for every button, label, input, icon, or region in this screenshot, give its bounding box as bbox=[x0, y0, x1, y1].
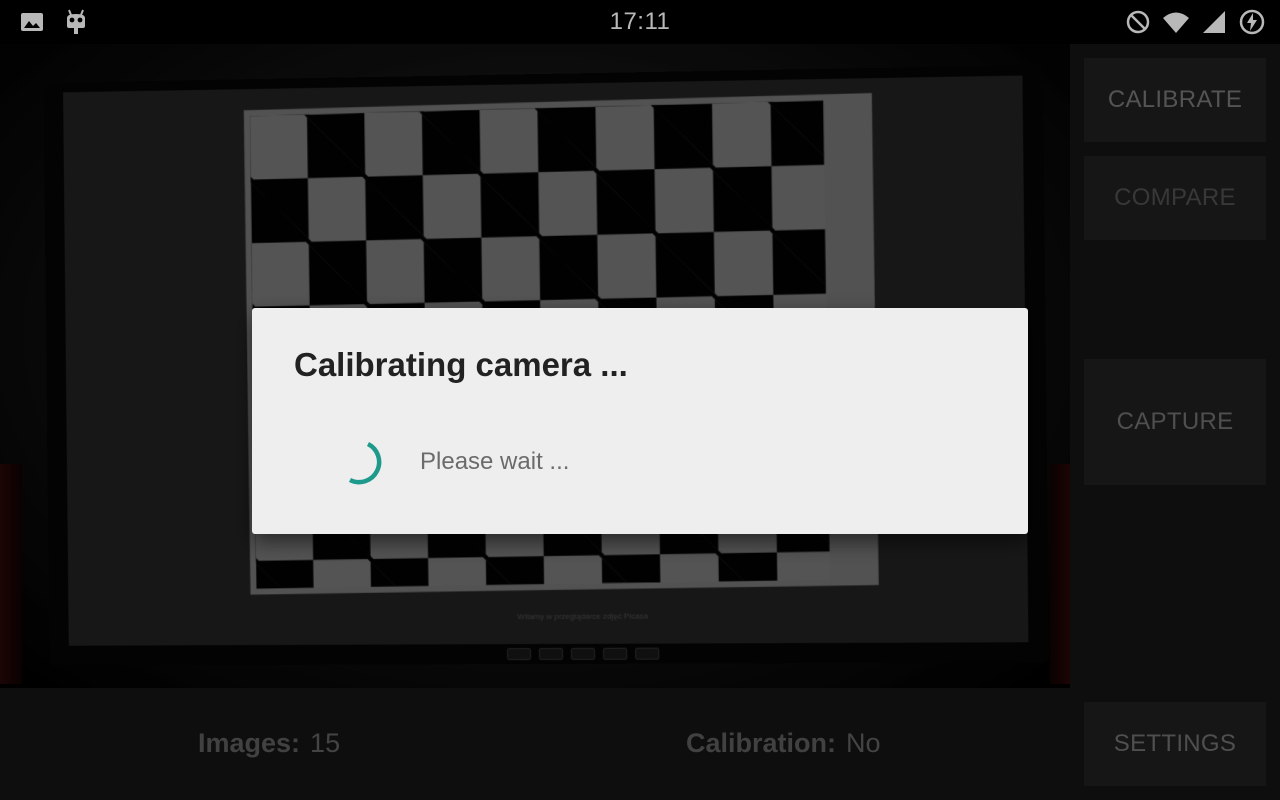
dialog-message: Please wait ... bbox=[420, 448, 570, 475]
camera-calibration-screen: 17:11 Witamy w przeglądarce zdjęć Picasa… bbox=[0, 0, 1280, 800]
dialog-title: Calibrating camera ... bbox=[294, 346, 628, 383]
loading-spinner-icon bbox=[348, 441, 382, 485]
progress-dialog: Calibrating camera ... Please wait ... bbox=[252, 308, 1028, 534]
